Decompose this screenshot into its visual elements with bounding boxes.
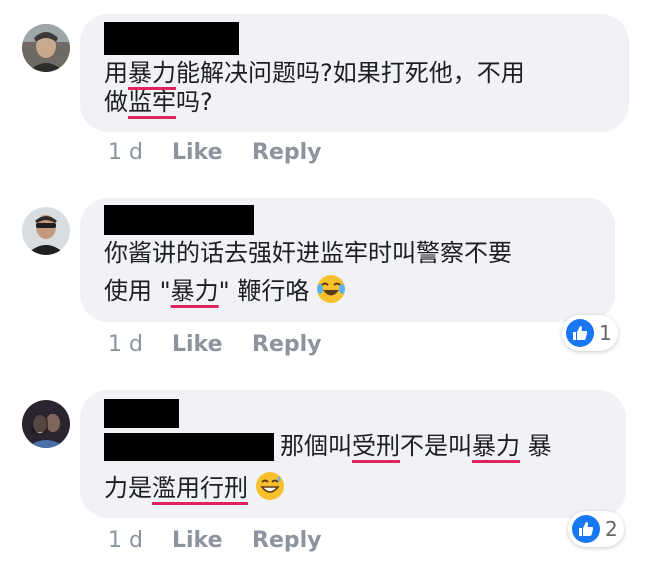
comment-actions: 1 d Like Reply bbox=[108, 332, 368, 360]
avatar[interactable] bbox=[22, 400, 70, 448]
comment-text-line: 使用 "暴力" 鞭行咯 bbox=[104, 271, 347, 311]
redacted-username bbox=[104, 22, 239, 55]
like-button[interactable]: Like bbox=[172, 332, 223, 357]
avatar[interactable] bbox=[22, 24, 70, 72]
reply-button[interactable]: Reply bbox=[252, 528, 322, 553]
comment-actions: 1 d Like Reply bbox=[108, 528, 368, 556]
reply-button[interactable]: Reply bbox=[252, 140, 322, 165]
redacted-username bbox=[104, 205, 254, 235]
reply-button[interactable]: Reply bbox=[252, 332, 322, 357]
reaction-count: 1 bbox=[599, 321, 612, 345]
comment-time[interactable]: 1 d bbox=[108, 332, 143, 357]
like-reaction-icon bbox=[572, 515, 600, 543]
grinning-face-with-sweat-icon bbox=[254, 470, 286, 502]
like-reaction-icon bbox=[566, 319, 594, 347]
reaction-summary[interactable]: 2 bbox=[568, 511, 624, 547]
face-with-tears-of-joy-icon bbox=[315, 273, 347, 305]
comment-text-line: 做监牢吗? bbox=[104, 88, 213, 116]
redacted-mention bbox=[104, 433, 274, 461]
comment-time[interactable]: 1 d bbox=[108, 528, 143, 553]
comment-time[interactable]: 1 d bbox=[108, 140, 143, 165]
reaction-summary[interactable]: 1 bbox=[562, 315, 618, 351]
like-button[interactable]: Like bbox=[172, 140, 223, 165]
like-button[interactable]: Like bbox=[172, 528, 223, 553]
redacted-username bbox=[104, 399, 179, 428]
comment-text-line: 力是濫用行刑 bbox=[104, 468, 286, 508]
comment-text-line: 你酱讲的话去强奸进监牢时叫警察不要 bbox=[104, 239, 512, 267]
avatar[interactable] bbox=[22, 207, 70, 255]
comment-actions: 1 d Like Reply bbox=[108, 140, 368, 168]
comment-text-line: 那個叫受刑不是叫暴力 暴 bbox=[280, 432, 552, 460]
reaction-count: 2 bbox=[605, 517, 618, 541]
